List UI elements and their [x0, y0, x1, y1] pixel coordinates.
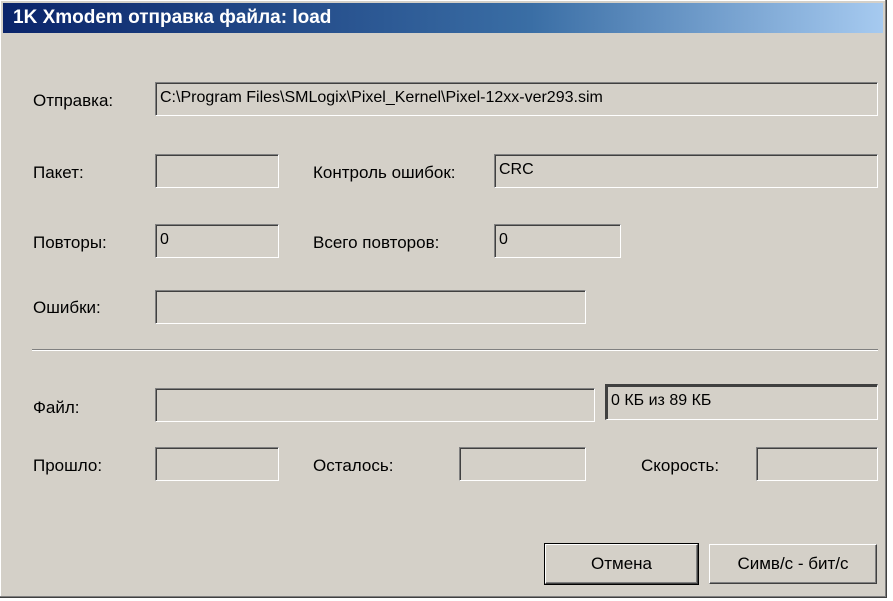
total-retries-field: 0 [494, 224, 621, 258]
cancel-button[interactable]: Отмена [544, 543, 699, 585]
file-label: Файл: [33, 398, 80, 417]
file-progress-bar [155, 388, 595, 422]
error-control-label: Контроль ошибок: [313, 163, 456, 182]
remaining-field [459, 447, 586, 481]
remaining-label: Осталось: [313, 456, 394, 475]
sending-label: Отправка: [33, 91, 114, 110]
window-title: 1K Xmodem отправка файла: load [13, 7, 332, 28]
sending-path-field: C:\Program Files\SMLogix\Pixel_Kernel\Pi… [155, 82, 878, 116]
packet-field [155, 154, 279, 188]
elapsed-field [155, 447, 279, 481]
title-bar[interactable]: 1K Xmodem отправка файла: load [3, 3, 883, 33]
file-size-field: 0 КБ из 89 КБ [605, 384, 878, 420]
separator [32, 349, 878, 351]
error-control-field: CRC [494, 154, 878, 188]
total-retries-label: Всего повторов: [313, 233, 440, 252]
retries-label: Повторы: [33, 233, 107, 252]
speed-label: Скорость: [641, 456, 720, 475]
errors-field [155, 290, 586, 324]
speed-field [756, 447, 878, 481]
xmodem-send-dialog: 1K Xmodem отправка файла: load Отправка:… [0, 0, 887, 598]
elapsed-label: Прошло: [33, 456, 103, 475]
packet-label: Пакет: [33, 163, 84, 182]
errors-label: Ошибки: [33, 298, 101, 317]
retries-field: 0 [155, 224, 279, 258]
units-toggle-button[interactable]: Симв/с - бит/с [709, 544, 877, 584]
